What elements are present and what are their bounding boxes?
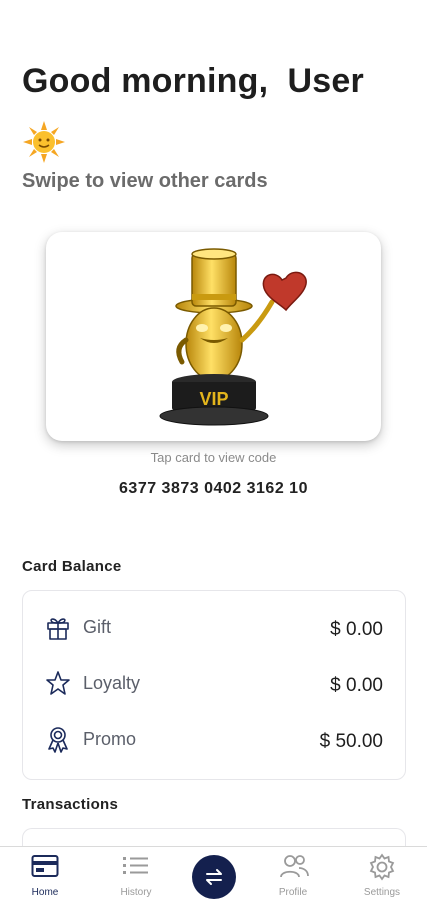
nav-profile[interactable]: Profile: [253, 847, 333, 900]
transfer-button[interactable]: [192, 855, 236, 899]
balance-row-gift: Gift $ 0.00: [23, 607, 405, 647]
vip-trophy-image: VIP: [159, 248, 307, 426]
loyalty-value: $ 0.00: [330, 675, 383, 696]
gift-icon: [47, 618, 69, 640]
card-icon: [31, 855, 59, 877]
transfer-arrows-icon: [206, 869, 222, 885]
gift-label: Gift: [83, 617, 112, 637]
loyalty-card[interactable]: VIP: [46, 232, 381, 441]
sun-icon: [23, 121, 65, 163]
balance-panel: Gift $ 0.00 Loyalty $ 0.00 Promo $ 50.00: [22, 590, 406, 780]
card-number: 6377 3873 0402 3162 10: [119, 480, 308, 497]
balance-row-promo: Promo $ 50.00: [23, 719, 405, 759]
nav-settings[interactable]: Settings: [342, 847, 422, 900]
nav-history-label: History: [120, 887, 152, 898]
gift-value: $ 0.00: [330, 619, 383, 640]
promo-label: Promo: [83, 729, 137, 749]
nav-home-label: Home: [31, 887, 59, 898]
nav-settings-label: Settings: [363, 887, 401, 898]
bottom-nav: Home History Profile Settings: [0, 846, 427, 900]
nav-history[interactable]: History: [96, 847, 176, 900]
transactions-title: Transactions: [22, 796, 119, 813]
card-balance-title: Card Balance: [22, 558, 122, 575]
greeting-title: Good morning, User: [22, 62, 364, 100]
award-ribbon-icon: [48, 727, 68, 753]
nav-profile-label: Profile: [278, 887, 308, 898]
balance-row-loyalty: Loyalty $ 0.00: [23, 663, 405, 703]
gear-icon: [369, 853, 395, 881]
promo-value: $ 50.00: [319, 731, 383, 752]
list-icon: [123, 857, 148, 874]
swipe-hint: Swipe to view other cards: [22, 170, 268, 192]
people-icon: [280, 855, 309, 878]
tap-card-hint: Tap card to view code: [150, 450, 277, 465]
svg-text:VIP: VIP: [199, 389, 228, 409]
loyalty-label: Loyalty: [83, 673, 141, 693]
nav-home[interactable]: Home: [5, 847, 85, 900]
star-icon: [46, 671, 70, 695]
